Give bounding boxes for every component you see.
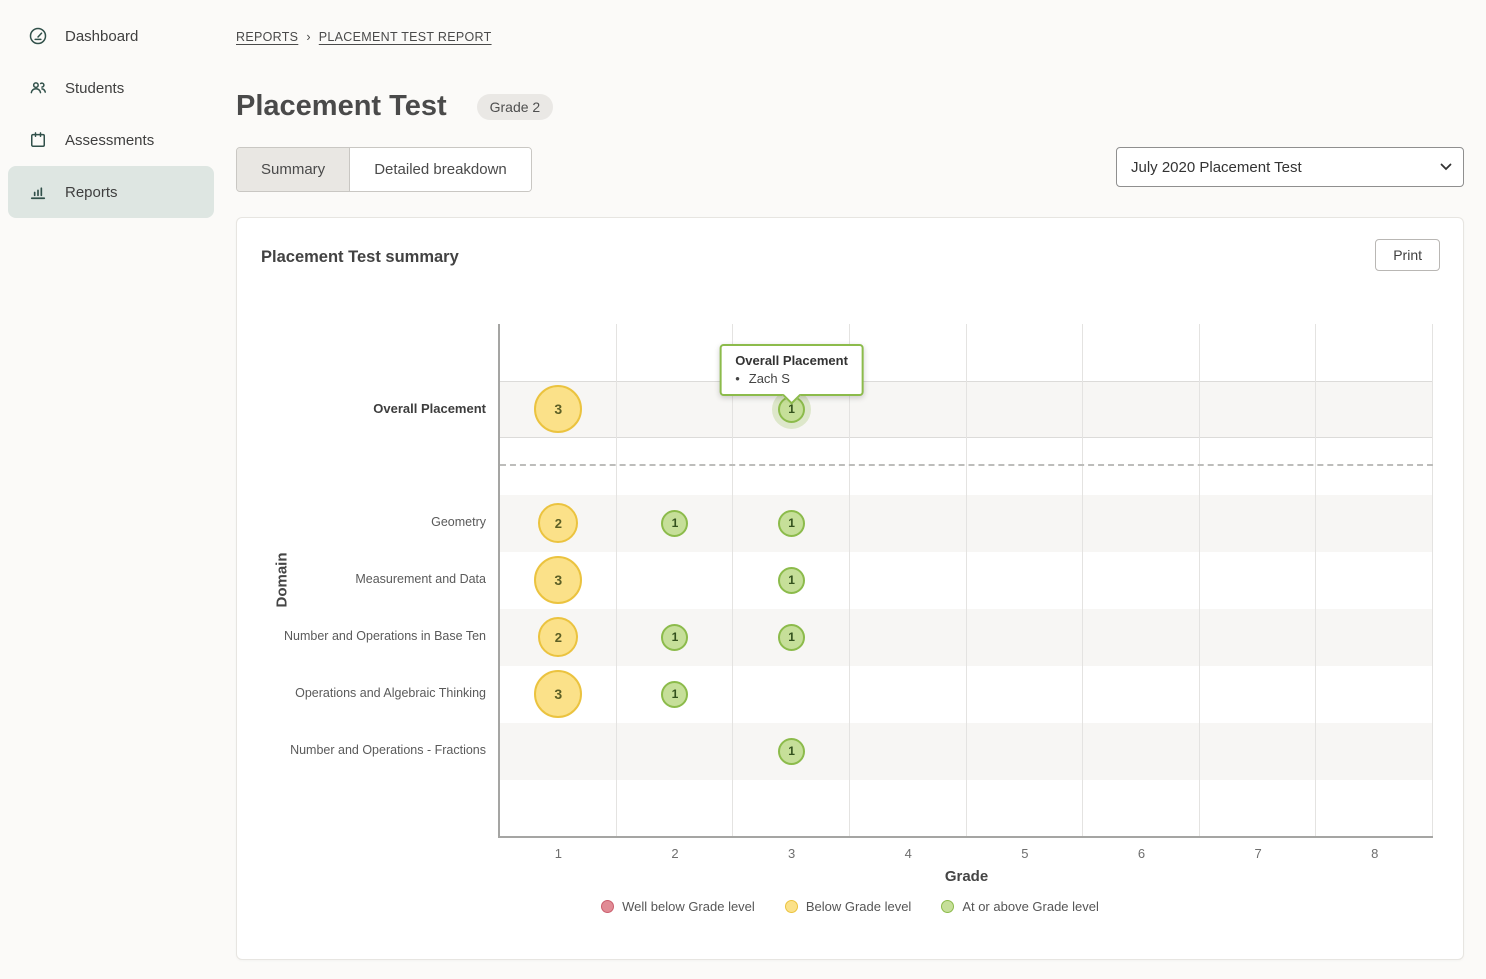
sidebar-item-label: Assessments (65, 132, 154, 149)
app: Dashboard Students Assessments (0, 0, 1486, 979)
test-select-wrap: July 2020 Placement Test (1116, 147, 1464, 187)
breadcrumb-link-reports[interactable]: REPORTS (236, 30, 298, 44)
bubble-at_or_above[interactable]: 1 (778, 510, 805, 537)
students-icon (28, 78, 48, 98)
x-tick-label: 3 (772, 846, 812, 861)
bar-chart-icon (28, 182, 48, 202)
bubble-below[interactable]: 3 (534, 385, 582, 433)
bubble-at_or_above[interactable]: 1 (778, 738, 805, 765)
gridline-vertical (616, 324, 617, 836)
sidebar-item-students[interactable]: Students (8, 62, 214, 114)
bullet-icon: • (735, 371, 740, 386)
y-axis-line (498, 324, 500, 836)
bubble-at_or_above[interactable]: 1 (661, 681, 688, 708)
legend-item: Well below Grade level (601, 899, 755, 914)
row-band (500, 723, 1433, 780)
domain-row-label: Overall Placement (237, 401, 486, 416)
x-tick-label: 4 (888, 846, 928, 861)
gridline-vertical (732, 324, 733, 836)
sidebar-item-assessments[interactable]: Assessments (8, 114, 214, 166)
legend-label: Below Grade level (806, 899, 912, 914)
domain-row-label: Operations and Algebraic Thinking (237, 686, 486, 700)
main-content: REPORTS › PLACEMENT TEST REPORT Placement … (222, 0, 1486, 979)
x-tick-label: 6 (1121, 846, 1161, 861)
placement-test-select[interactable]: July 2020 Placement Test (1116, 147, 1464, 187)
page-title: Placement Test (236, 90, 447, 123)
bubble-at_or_above[interactable]: 1 (661, 624, 688, 651)
chart-legend: Well below Grade level Below Grade level A… (237, 899, 1463, 914)
legend-label: At or above Grade level (962, 899, 1099, 914)
domain-row-label: Number and Operations - Fractions (237, 743, 486, 757)
bubble-below[interactable]: 3 (534, 556, 582, 604)
bubble-at_or_above[interactable]: 1 (661, 510, 688, 537)
x-tick-label: 2 (655, 846, 695, 861)
sidebar-item-label: Reports (65, 184, 118, 201)
sidebar-item-dashboard[interactable]: Dashboard (8, 10, 214, 62)
row-band (500, 495, 1433, 552)
title-row: Placement Test Grade 2 (236, 90, 1464, 123)
legend-dot-well_below (601, 900, 614, 913)
calendar-icon (28, 130, 48, 150)
chart-tooltip: Overall Placement • Zach S (719, 344, 864, 396)
gridline-vertical (1432, 324, 1433, 836)
gridline-vertical (1199, 324, 1200, 836)
legend-dot-at_or_above (941, 900, 954, 913)
placement-bubble-chart: Overall PlacementGeometryMeasurement and… (237, 218, 1463, 959)
gridline-vertical (1082, 324, 1083, 836)
tab-summary[interactable]: Summary (237, 148, 350, 191)
x-axis-line (498, 836, 1433, 838)
y-axis-title: Domain (274, 552, 291, 607)
sidebar-item-label: Dashboard (65, 28, 138, 45)
tooltip-student-name: Zach S (749, 371, 790, 386)
sidebar-item-reports[interactable]: Reports (8, 166, 214, 218)
x-axis-title: Grade (917, 868, 1017, 885)
x-tick-label: 8 (1355, 846, 1395, 861)
legend-label: Well below Grade level (622, 899, 755, 914)
tab-group: Summary Detailed breakdown (236, 147, 532, 192)
sidebar: Dashboard Students Assessments (0, 0, 222, 979)
legend-dot-below (785, 900, 798, 913)
legend-item: Below Grade level (785, 899, 912, 914)
domain-row-label: Number and Operations in Base Ten (237, 629, 486, 643)
gridline-vertical (1315, 324, 1316, 836)
tooltip-student: • Zach S (735, 371, 848, 386)
breadcrumb-separator: › (306, 30, 310, 44)
overall-domain-separator (500, 464, 1433, 466)
dashboard-icon (28, 26, 48, 46)
grade-badge: Grade 2 (477, 94, 554, 120)
tooltip-title: Overall Placement (735, 353, 848, 368)
breadcrumb: REPORTS › PLACEMENT TEST REPORT (236, 30, 1464, 44)
x-tick-label: 5 (1005, 846, 1045, 861)
bubble-at_or_above[interactable]: 1 (778, 567, 805, 594)
tab-detailed-breakdown[interactable]: Detailed breakdown (350, 148, 531, 191)
row-band (500, 609, 1433, 666)
x-tick-label: 7 (1238, 846, 1278, 861)
domain-row-label: Geometry (237, 515, 486, 529)
x-tick-label: 1 (538, 846, 578, 861)
bubble-below[interactable]: 3 (534, 670, 582, 718)
bubble-at_or_above[interactable]: 1 (778, 624, 805, 651)
gridline-vertical (849, 324, 850, 836)
gridline-vertical (966, 324, 967, 836)
breadcrumb-link-placement-test-report[interactable]: PLACEMENT TEST REPORT (319, 30, 492, 44)
sidebar-item-label: Students (65, 80, 124, 97)
controls-row: Summary Detailed breakdown July 2020 Pla… (236, 147, 1464, 192)
row-band (500, 381, 1433, 438)
legend-item: At or above Grade level (941, 899, 1099, 914)
placement-summary-card: Placement Test summary Print Overall Pla… (236, 217, 1464, 960)
